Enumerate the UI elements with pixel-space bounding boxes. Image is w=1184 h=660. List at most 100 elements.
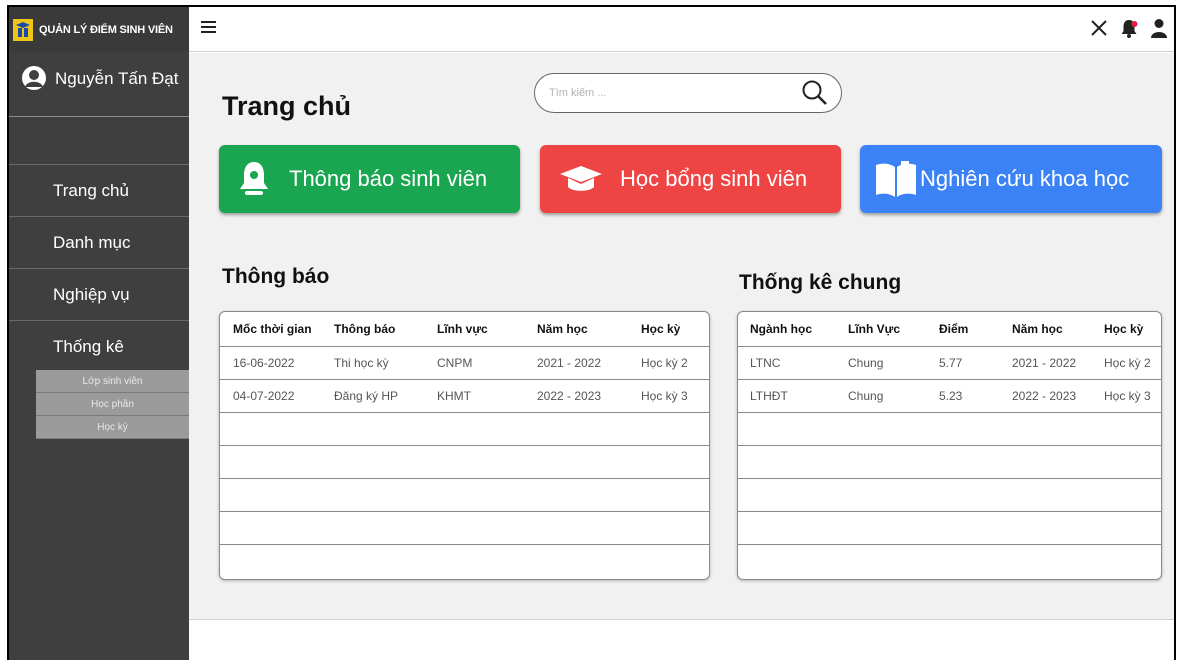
table-cell bbox=[738, 412, 848, 446]
sidebar-item-catalog[interactable]: Danh mục bbox=[9, 216, 189, 268]
statistics-submenu: Lớp sinh viên Học phần Học kỳ bbox=[36, 370, 189, 439]
user-icon[interactable] bbox=[1148, 17, 1170, 39]
sidebar-item-label: Danh mục bbox=[53, 232, 131, 252]
notifications-table: Mốc thời gian Thông báo Lĩnh vực Năm học Học… bbox=[219, 311, 710, 580]
search-icon[interactable] bbox=[801, 79, 829, 107]
card-label: Nghiên cứu khoa học bbox=[920, 166, 1130, 191]
table-cell bbox=[1104, 544, 1161, 577]
table-row[interactable]: 04-07-2022 Đăng ký HP KHMT 2022 - 2023 Học k… bbox=[220, 379, 709, 413]
submenu-item-student-class[interactable]: Lớp sinh viên bbox=[36, 370, 189, 393]
research-card[interactable]: Nghiên cứu khoa học bbox=[860, 145, 1162, 213]
table-cell bbox=[939, 511, 1012, 545]
menu-icon[interactable] bbox=[201, 21, 216, 35]
topbar-actions bbox=[1088, 17, 1170, 39]
table-cell bbox=[437, 544, 537, 577]
table-cell: 2021 - 2022 bbox=[537, 346, 641, 380]
column-header: Năm học bbox=[537, 312, 641, 347]
table-cell: 2022 - 2023 bbox=[1012, 379, 1104, 413]
brand-title: QUẢN LÝ ĐIỂM SINH VIÊN bbox=[39, 23, 173, 36]
card-label: Thông báo sinh viên bbox=[289, 166, 488, 191]
table-cell bbox=[334, 412, 437, 446]
table-row[interactable] bbox=[220, 445, 709, 479]
table-row[interactable] bbox=[738, 445, 1161, 479]
table-cell bbox=[1012, 511, 1104, 545]
card-label: Học bổng sinh viên bbox=[620, 166, 808, 191]
table-cell bbox=[641, 412, 709, 446]
table-row[interactable]: LTHĐT Chung 5.23 2022 - 2023 Học kỳ 3 bbox=[738, 379, 1161, 413]
table-cell bbox=[738, 445, 848, 479]
table-cell: Học kỳ 3 bbox=[641, 379, 709, 413]
table-cell: Chung bbox=[848, 379, 939, 413]
user-profile[interactable]: Nguyễn Tấn Đạt bbox=[9, 65, 189, 117]
brand[interactable]: QUẢN LÝ ĐIỂM SINH VIÊN bbox=[9, 7, 189, 52]
submenu-item-course[interactable]: Học phần bbox=[36, 393, 189, 416]
stats-table: Ngành học Lĩnh Vực Điểm Năm học Học kỳ LTNC C… bbox=[737, 311, 1162, 580]
table-cell bbox=[738, 478, 848, 512]
sidebar-item-label: Thống kê bbox=[53, 336, 124, 356]
table-cell bbox=[1012, 412, 1104, 446]
table-cell bbox=[939, 478, 1012, 512]
table-cell bbox=[437, 412, 537, 446]
table-cell bbox=[641, 511, 709, 545]
table-cell bbox=[537, 511, 641, 545]
bell-icon bbox=[240, 162, 268, 195]
search-box bbox=[534, 73, 842, 113]
table-cell bbox=[1104, 478, 1161, 512]
column-header: Học kỳ bbox=[641, 312, 709, 347]
table-row[interactable] bbox=[738, 412, 1161, 446]
table-header: Mốc thời gian Thông báo Lĩnh vực Năm học Học… bbox=[220, 312, 709, 347]
table-cell bbox=[848, 478, 939, 512]
table-row[interactable] bbox=[738, 544, 1161, 577]
sidebar-item-label: Trang chủ bbox=[53, 180, 129, 200]
book-icon bbox=[876, 161, 916, 197]
column-header: Mốc thời gian bbox=[220, 312, 334, 347]
table-cell: 16-06-2022 bbox=[220, 346, 334, 380]
student-notification-card[interactable]: Thông báo sinh viên bbox=[219, 145, 520, 213]
sidebar-item-operations[interactable]: Nghiệp vụ bbox=[9, 268, 189, 320]
table-cell bbox=[220, 544, 334, 577]
close-icon[interactable] bbox=[1088, 17, 1110, 39]
table-cell bbox=[537, 478, 641, 512]
table-row[interactable] bbox=[738, 478, 1161, 512]
submenu-item-semester[interactable]: Học kỳ bbox=[36, 416, 189, 439]
column-header: Điểm bbox=[939, 312, 1012, 347]
table-cell bbox=[1012, 478, 1104, 512]
scholarship-card[interactable]: Học bổng sinh viên bbox=[540, 145, 841, 213]
table-row[interactable]: LTNC Chung 5.77 2021 - 2022 Học kỳ 2 bbox=[738, 346, 1161, 380]
table-row[interactable]: 16-06-2022 Thi học kỳ CNPM 2021 - 2022 Học k… bbox=[220, 346, 709, 380]
table-cell bbox=[220, 445, 334, 479]
table-cell bbox=[437, 511, 537, 545]
table-cell: Đăng ký HP bbox=[334, 379, 437, 413]
table-cell: Học kỳ 2 bbox=[1104, 346, 1161, 380]
table-row[interactable] bbox=[220, 511, 709, 545]
table-cell bbox=[334, 544, 437, 577]
sidebar-item-statistics[interactable]: Thống kê bbox=[9, 320, 189, 372]
search-input[interactable] bbox=[549, 87, 779, 99]
table-row[interactable] bbox=[738, 511, 1161, 545]
page-title: Trang chủ bbox=[222, 91, 352, 121]
sidebar-item-home[interactable]: Trang chủ bbox=[9, 164, 189, 216]
graduation-cap-icon bbox=[560, 166, 602, 191]
user-name: Nguyễn Tấn Đạt bbox=[55, 69, 179, 88]
table-cell bbox=[1104, 445, 1161, 479]
table-cell bbox=[334, 511, 437, 545]
column-header: Học kỳ bbox=[1104, 312, 1161, 347]
table-cell bbox=[848, 511, 939, 545]
column-header: Thông báo bbox=[334, 312, 437, 347]
table-cell: Học kỳ 2 bbox=[641, 346, 709, 380]
table-cell: 2022 - 2023 bbox=[537, 379, 641, 413]
table-row[interactable] bbox=[220, 478, 709, 512]
table-cell bbox=[738, 511, 848, 545]
table-cell bbox=[1012, 445, 1104, 479]
table-cell bbox=[220, 412, 334, 446]
table-row[interactable] bbox=[220, 412, 709, 446]
table-cell bbox=[641, 445, 709, 479]
table-cell: LTHĐT bbox=[738, 379, 848, 413]
column-header: Lĩnh Vực bbox=[848, 312, 939, 347]
table-cell: 2021 - 2022 bbox=[1012, 346, 1104, 380]
bell-icon[interactable] bbox=[1118, 17, 1140, 39]
table-row[interactable] bbox=[220, 544, 709, 577]
column-header: Năm học bbox=[1012, 312, 1104, 347]
column-header: Lĩnh vực bbox=[437, 312, 537, 347]
sidebar: QUẢN LÝ ĐIỂM SINH VIÊN Nguyễn Tấn Đạt Tr… bbox=[9, 7, 189, 660]
